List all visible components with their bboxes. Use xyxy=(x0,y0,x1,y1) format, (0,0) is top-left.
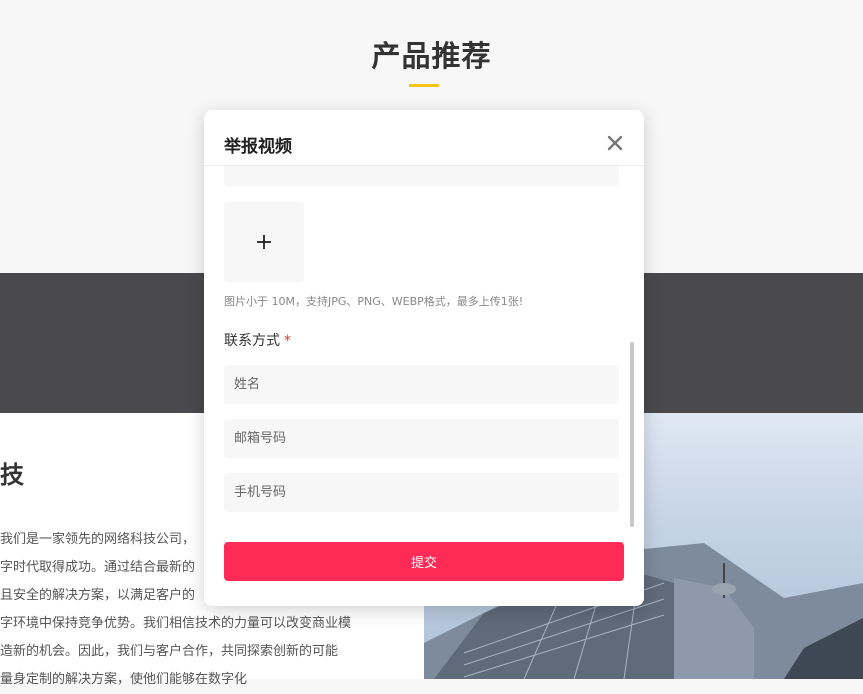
upload-hint: 图片小于 10M，支持JPG、PNG、WEBP格式，最多上传1张! xyxy=(224,295,524,308)
required-mark: * xyxy=(284,333,291,349)
name-input[interactable] xyxy=(224,365,619,404)
submit-button[interactable]: 提交 xyxy=(224,542,624,581)
title-underline xyxy=(409,84,439,87)
image-upload-button[interactable] xyxy=(224,202,304,282)
modal-body[interactable]: 图片小于 10M，支持JPG、PNG、WEBP格式，最多上传1张! 联系方式 * xyxy=(204,166,644,540)
company-line: 字环境中保持竞争优势。我们相信技术的力量可以改变商业模 xyxy=(0,616,352,631)
section-title: 产品推荐 xyxy=(371,39,492,73)
close-icon[interactable] xyxy=(604,132,626,154)
plus-icon xyxy=(257,235,271,249)
report-video-modal: 举报视频 图片小于 10M，支持JPG、PNG、WEBP格式，最多上传1张! 联… xyxy=(204,110,644,606)
contact-label-text: 联系方式 xyxy=(224,333,280,349)
company-line: 造新的机会。因此，我们与客户合作，共同探索创新的可能 xyxy=(0,644,339,659)
company-line: 量身定制的解决方案，使他们能够在数字化 xyxy=(0,672,248,687)
phone-input[interactable] xyxy=(224,473,619,512)
modal-scrollbar[interactable] xyxy=(630,342,634,527)
modal-title: 举报视频 xyxy=(224,137,292,157)
contact-label: 联系方式 * xyxy=(224,330,291,350)
modal-header: 举报视频 xyxy=(204,110,644,166)
company-heading: 技 xyxy=(0,461,24,489)
email-input[interactable] xyxy=(224,419,619,458)
previous-field[interactable] xyxy=(224,166,619,186)
